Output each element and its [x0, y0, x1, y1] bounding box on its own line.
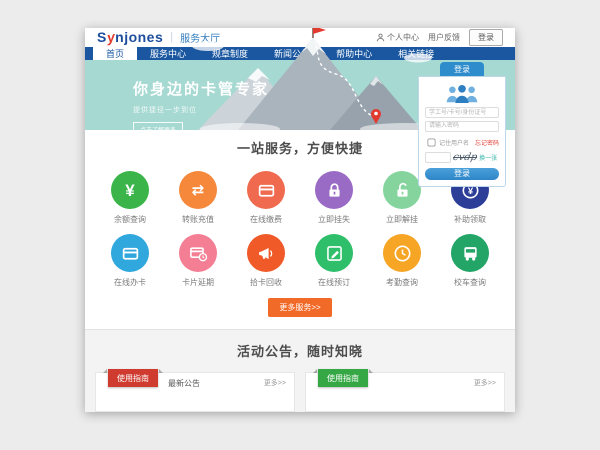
- captcha-refresh-link[interactable]: 换一张: [479, 153, 497, 162]
- card-icon: [247, 171, 285, 209]
- announcement-panels: 使用指南 最新公告 更多>> 使用指南 更多>>: [85, 372, 515, 412]
- hero-subtitle: 提供捷径一步到位: [133, 105, 269, 115]
- card-icon: [111, 234, 149, 272]
- remember-row: 记住用户名 忘记密码: [425, 136, 499, 149]
- svg-text:¥: ¥: [467, 185, 473, 196]
- service-立即挂失[interactable]: 立即挂失: [300, 171, 368, 225]
- header-login-button[interactable]: 登录: [469, 29, 503, 46]
- service-label: 在线缴费: [250, 214, 282, 225]
- guide-panel-right: 使用指南 更多>>: [305, 372, 505, 412]
- unlock-icon: [383, 171, 421, 209]
- desktop-background: Synjones | 服务大厅 个人中心 用户反馈 登录 首页服务中心规章制度新…: [0, 0, 600, 450]
- service-考勤查询[interactable]: 考勤查询: [368, 234, 436, 288]
- yen-icon: ¥: [111, 171, 149, 209]
- service-转账充值[interactable]: ⇄ 转账充值: [164, 171, 232, 225]
- login-form: 记住用户名 忘记密码 cvdp 换一张 登录: [418, 76, 506, 187]
- guide-panel-left: 使用指南 最新公告 更多>>: [95, 372, 295, 412]
- logo-accent: y: [106, 29, 116, 46]
- captcha-input[interactable]: [425, 152, 451, 163]
- service-label: 立即挂失: [318, 214, 350, 225]
- service-在线办卡[interactable]: 在线办卡: [96, 234, 164, 288]
- card-clock-icon: [179, 234, 217, 272]
- password-input[interactable]: [425, 121, 499, 132]
- remember-label: 记住用户名: [439, 138, 469, 147]
- logo-divider: |: [170, 31, 173, 43]
- transfer-icon: ⇄: [179, 171, 217, 209]
- service-label: 在线办卡: [114, 277, 146, 288]
- more-services-button[interactable]: 更多服务>>: [268, 298, 331, 317]
- service-label: 转账充值: [182, 214, 214, 225]
- login-widget: 登录 记住用户名 忘记密码 cvdp 换一张 登录: [418, 62, 506, 187]
- service-卡片延期[interactable]: 卡片延期: [164, 234, 232, 288]
- service-label: 拾卡回收: [250, 277, 282, 288]
- service-在线缴费[interactable]: 在线缴费: [232, 171, 300, 225]
- guide-tab-right[interactable]: 使用指南: [318, 369, 368, 387]
- service-余额查询[interactable]: ¥ 余额查询: [96, 171, 164, 225]
- hero-title: 你身边的卡管专家: [133, 78, 269, 99]
- clock-icon: [383, 234, 421, 272]
- users-group-icon: [444, 84, 480, 103]
- username-input[interactable]: [425, 107, 499, 118]
- service-label: 补助领取: [454, 214, 486, 225]
- service-在线预订[interactable]: 在线预订: [300, 234, 368, 288]
- service-校车查询[interactable]: 校车查询: [436, 234, 504, 288]
- service-label: 校车查询: [454, 277, 486, 288]
- pencil-icon: [315, 234, 353, 272]
- captcha-image[interactable]: cvdp: [452, 152, 478, 163]
- guide-tab-left[interactable]: 使用指南: [108, 369, 158, 387]
- more-link-right[interactable]: 更多>>: [466, 373, 504, 393]
- services-grid: ¥ 余额查询 ⇄ 转账充值 在线缴费 立即挂失 立即解挂 ¥ 补助领取在线办卡 卡片延期 拾卡回收 在…: [96, 171, 504, 288]
- service-label: 卡片延期: [182, 277, 214, 288]
- nav-item-首页[interactable]: 首页: [93, 47, 137, 60]
- hero-cta-button[interactable]: 点击了解更多: [133, 122, 183, 137]
- megaphone-icon: [247, 234, 285, 272]
- service-label: 立即解挂: [386, 214, 418, 225]
- lock-icon: [315, 171, 353, 209]
- service-拾卡回收[interactable]: 拾卡回收: [232, 234, 300, 288]
- logo-text-rest: njones: [115, 29, 163, 45]
- bus-icon: [451, 234, 489, 272]
- brand-logo: Synjones: [97, 29, 163, 45]
- hero-copy: 你身边的卡管专家 提供捷径一步到位 点击了解更多: [133, 78, 269, 137]
- service-label: 余额查询: [114, 214, 146, 225]
- service-label: 在线预订: [318, 277, 350, 288]
- announcements-section: 活动公告，随时知晓 使用指南 最新公告 更多>> 使用指南 更多>>: [85, 329, 515, 412]
- remember-checkbox[interactable]: [428, 138, 436, 146]
- more-link-left[interactable]: 更多>>: [256, 373, 294, 393]
- captcha-row: cvdp 换一张: [425, 152, 499, 163]
- announcements-title: 活动公告，随时知晓: [85, 341, 515, 360]
- login-submit-button[interactable]: 登录: [425, 168, 499, 180]
- service-label: 考勤查询: [386, 277, 418, 288]
- forgot-password-link[interactable]: 忘记密码: [475, 138, 499, 147]
- login-tab[interactable]: 登录: [440, 62, 484, 76]
- latest-news-tab[interactable]: 最新公告: [158, 373, 210, 394]
